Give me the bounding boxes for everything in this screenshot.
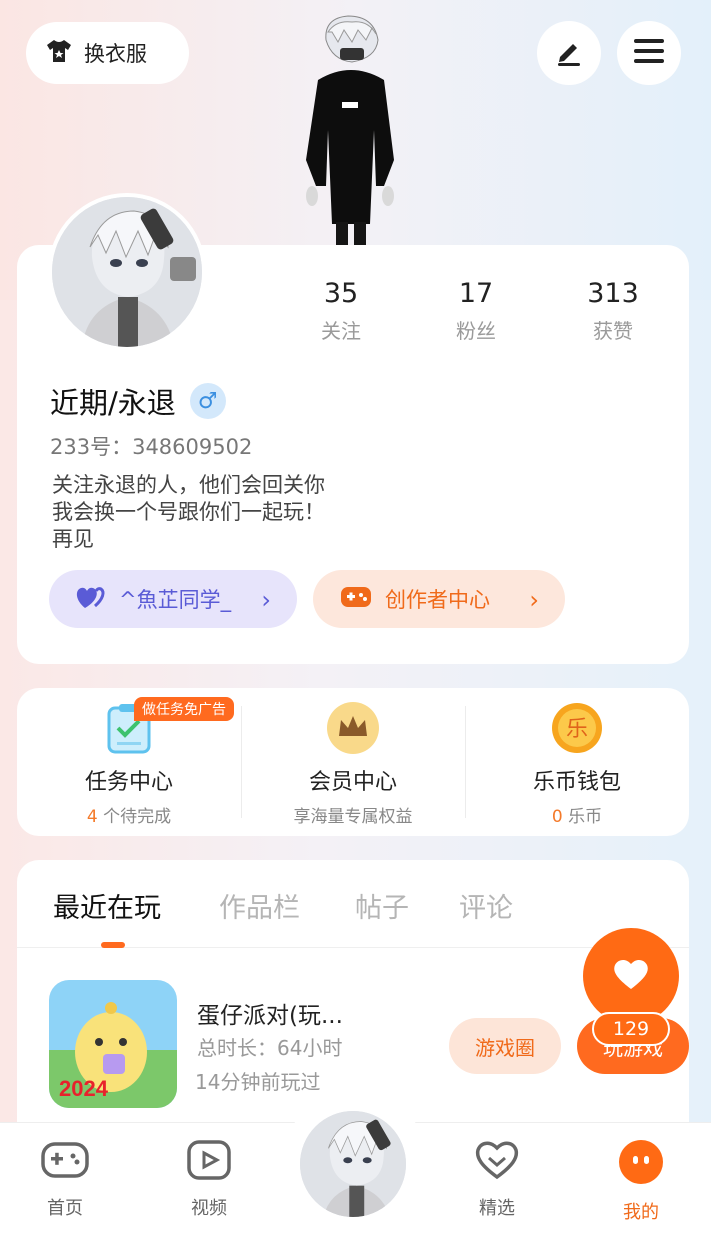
nav-featured-label: 精选 bbox=[479, 1198, 515, 1219]
heart-icon bbox=[612, 957, 650, 995]
tab-posts[interactable]: 帖子 bbox=[355, 886, 409, 925]
creator-center-label: 创作者中心 bbox=[385, 588, 490, 612]
followers-count: 17 bbox=[458, 278, 494, 309]
crown-icon bbox=[327, 702, 379, 754]
like-button[interactable] bbox=[583, 928, 679, 1024]
game-list-item[interactable]: 2024 蛋仔派对(玩... 总时长：64小时 14分钟前玩过 游戏圈 玩游戏 bbox=[49, 980, 689, 1110]
coin-wallet[interactable]: 乐 乐币钱包 0 乐币 bbox=[465, 688, 689, 836]
vip-center-subtitle: 享海量专属权益 bbox=[293, 807, 413, 827]
username-row: 近期/永退 ♂ bbox=[50, 380, 226, 422]
task-center[interactable]: 做任务免广告 任务中心 4 个待完成 bbox=[17, 688, 241, 836]
stat-likes[interactable]: 313 获赞 bbox=[558, 278, 668, 344]
nav-home-label: 首页 bbox=[47, 1198, 83, 1219]
creator-center-button[interactable]: 创作者中心 › bbox=[313, 570, 565, 628]
game-last-played: 14分钟前玩过 bbox=[195, 1070, 321, 1094]
followers-label: 粉丝 bbox=[456, 319, 496, 343]
gender-male-icon: ♂ bbox=[189, 383, 226, 419]
change-outfit-label: 换衣服 bbox=[84, 42, 147, 66]
stat-following[interactable]: 35 关注 bbox=[286, 278, 396, 344]
tab-comments[interactable]: 评论 bbox=[459, 886, 513, 925]
chevron-right-icon: › bbox=[261, 586, 271, 614]
nav-video[interactable]: 视频 bbox=[169, 1140, 249, 1220]
tab-works[interactable]: 作品栏 bbox=[219, 886, 300, 925]
user-id: 233号：348609502 bbox=[50, 435, 253, 459]
tshirt-icon bbox=[46, 39, 72, 68]
like-count-badge: 129 bbox=[592, 1012, 670, 1046]
game-circle-button[interactable]: 游戏圈 bbox=[449, 1018, 561, 1074]
tab-bar: 最近在玩 作品栏 帖子 评论 bbox=[17, 860, 689, 948]
game-total-duration: 总时长：64小时 bbox=[197, 1036, 343, 1060]
task-center-subtitle: 4 个待完成 bbox=[86, 807, 172, 827]
game-thumbnail[interactable]: 2024 bbox=[49, 980, 177, 1108]
username: 近期/永退 bbox=[50, 386, 176, 420]
vip-center-title: 会员中心 bbox=[308, 770, 397, 795]
avatar-image bbox=[52, 197, 202, 347]
following-label: 关注 bbox=[321, 319, 361, 343]
stat-followers[interactable]: 17 粉丝 bbox=[421, 278, 531, 344]
friend-pill-label: ^魚芷同学_ bbox=[119, 588, 232, 612]
gamepad-icon bbox=[341, 585, 371, 614]
profile-face-icon bbox=[619, 1140, 663, 1188]
vip-center[interactable]: 会员中心 享海量专属权益 bbox=[241, 688, 465, 836]
video-play-icon bbox=[187, 1140, 231, 1184]
edit-profile-button[interactable] bbox=[537, 21, 601, 85]
change-outfit-button[interactable]: 换衣服 bbox=[26, 22, 189, 84]
heart-pair-icon bbox=[75, 584, 107, 615]
active-tab-indicator bbox=[101, 942, 125, 948]
coin-wallet-title: 乐币钱包 bbox=[532, 770, 621, 795]
nav-me[interactable]: 我的 bbox=[601, 1140, 681, 1224]
nav-home[interactable]: 首页 bbox=[25, 1140, 105, 1220]
no-ads-tag: 做任务免广告 bbox=[134, 697, 234, 721]
bio-text: 关注永退的人，他们会回关你 我会换一个号跟你们一起玩！ 再见 bbox=[52, 473, 325, 551]
likes-label: 获赞 bbox=[593, 319, 633, 343]
coin-icon: 乐 bbox=[551, 702, 603, 754]
chevron-right-icon: › bbox=[529, 586, 539, 614]
nav-me-label: 我的 bbox=[623, 1202, 659, 1223]
friend-pill-button[interactable]: ^魚芷同学_ › bbox=[49, 570, 297, 628]
likes-count: 313 bbox=[587, 278, 639, 309]
avatar[interactable] bbox=[48, 193, 206, 351]
game-thumbnail-year: 2024 bbox=[59, 1076, 108, 1101]
tab-recently-played[interactable]: 最近在玩 bbox=[53, 886, 161, 925]
game-name: 蛋仔派对(玩... bbox=[197, 1003, 343, 1029]
pen-icon bbox=[554, 36, 584, 70]
heart-chevron-icon bbox=[474, 1141, 520, 1184]
center-avatar-button[interactable] bbox=[297, 1108, 409, 1220]
svg-text:乐: 乐 bbox=[566, 717, 588, 742]
nav-video-label: 视频 bbox=[191, 1198, 227, 1219]
hamburger-menu-icon bbox=[634, 38, 664, 68]
task-center-title: 任务中心 bbox=[84, 770, 173, 795]
nav-featured[interactable]: 精选 bbox=[457, 1140, 537, 1220]
avatar-character-figure[interactable] bbox=[296, 10, 406, 246]
following-count: 35 bbox=[323, 278, 359, 309]
menu-button[interactable] bbox=[617, 21, 681, 85]
services-card: 做任务免广告 任务中心 4 个待完成 会员中心 享海量专属权益 乐 乐币钱包 0… bbox=[17, 688, 689, 836]
gamepad-icon bbox=[41, 1142, 89, 1184]
coin-wallet-subtitle: 0 乐币 bbox=[551, 807, 603, 827]
